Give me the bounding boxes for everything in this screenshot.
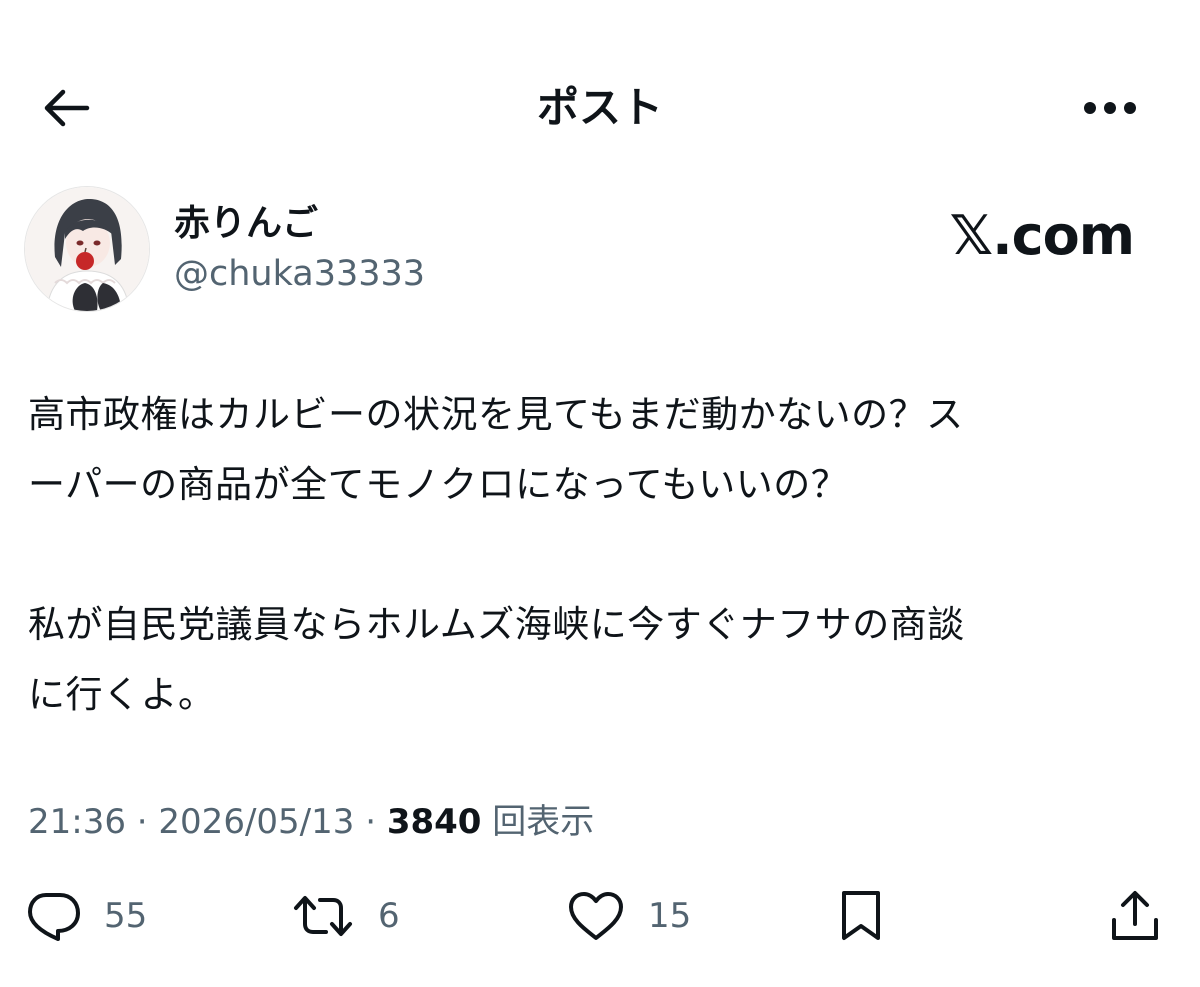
post-author: 赤りんご @chuka33333 𝕏.com: [24, 186, 1174, 316]
repost-arrows-icon: [290, 890, 356, 942]
reply-button[interactable]: 55: [24, 880, 147, 952]
post-date[interactable]: 2026/05/13: [158, 802, 354, 842]
bookmark-icon: [838, 889, 884, 943]
avatar[interactable]: [24, 186, 150, 312]
repost-button[interactable]: 6: [290, 880, 400, 952]
post-body: 高市政権はカルビーの状況を見てもまだ動かないの？ス ーパーの商品が全てモノクロに…: [28, 380, 1168, 730]
meta-separator: ·: [354, 802, 387, 842]
like-count: 15: [648, 896, 692, 936]
display-name[interactable]: 赤りんご: [174, 202, 318, 246]
views-label: 回表示: [481, 802, 595, 842]
repost-count: 6: [378, 896, 400, 936]
action-bar: 55 6 15: [0, 880, 1200, 952]
post-paragraph: 高市政権はカルビーの状況を見てもまだ動かないの？ス ーパーの商品が全てモノクロに…: [28, 393, 964, 506]
bookmark-button[interactable]: [838, 880, 884, 952]
more-horizontal-icon: [1083, 101, 1137, 115]
x-com-watermark: 𝕏.com: [949, 204, 1135, 267]
post-time[interactable]: 21:36: [28, 802, 126, 842]
more-options-button[interactable]: [1070, 78, 1150, 138]
share-upload-icon: [1108, 888, 1162, 944]
post-paragraph: 私が自民党議員ならホルムズ海峡に今すぐナフサの商談 に行くよ。: [28, 603, 965, 716]
user-handle[interactable]: @chuka33333: [174, 252, 425, 296]
speech-bubble-icon: [24, 890, 82, 942]
meta-separator: ·: [125, 802, 159, 842]
share-button[interactable]: [1108, 880, 1162, 952]
like-button[interactable]: 15: [566, 880, 691, 952]
heart-icon: [566, 890, 626, 942]
page-title: ポスト: [536, 83, 663, 132]
top-bar: ポスト: [0, 60, 1200, 156]
views-count[interactable]: 3840: [387, 802, 482, 842]
post-meta: 21:36 · 2026/05/13 · 3840 回表示: [28, 798, 594, 846]
reply-count: 55: [104, 896, 148, 936]
